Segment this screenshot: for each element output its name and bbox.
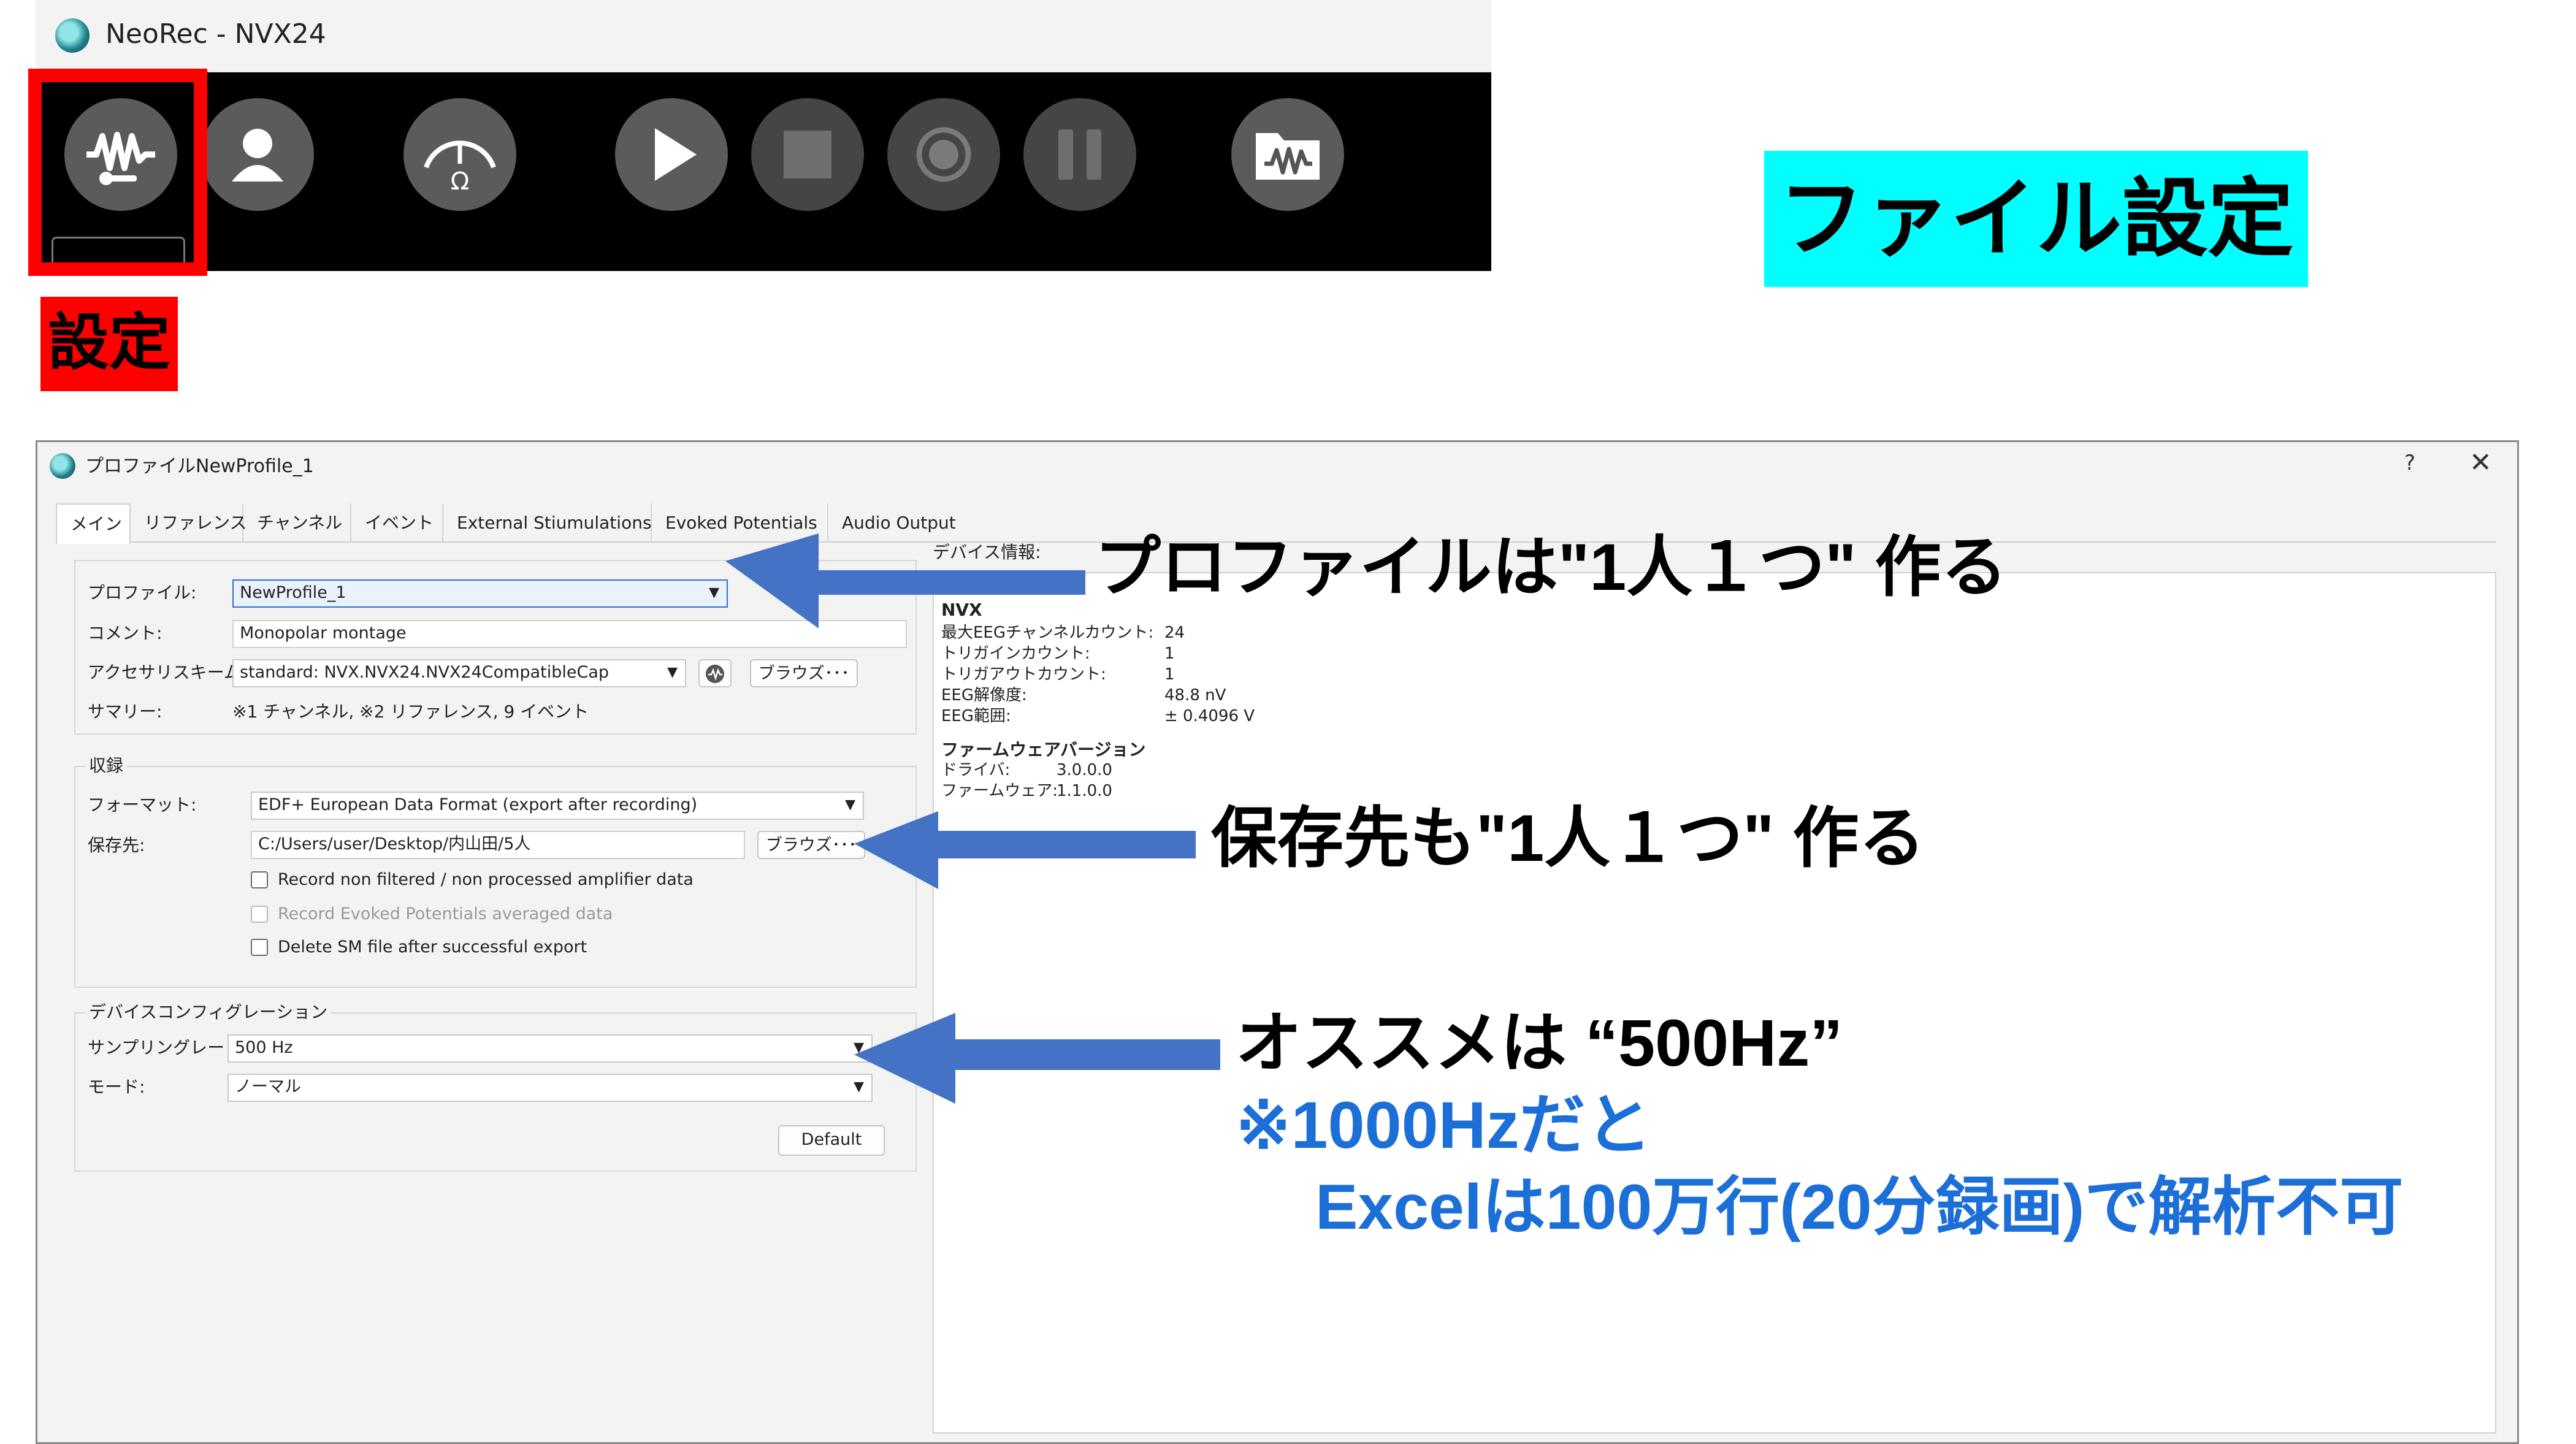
rate-warning-line-2: Excelは100万行(20分録画)で解析不可 xyxy=(1315,1172,2404,1243)
rate-warning-line-1: ※1000Hzだと xyxy=(1236,1088,1652,1162)
save-path-arrow xyxy=(854,811,1196,889)
sampling-rate-note: オススメは “500Hz” xyxy=(1236,1006,1843,1080)
sampling-rate-arrow xyxy=(854,1013,1220,1104)
save-path-note: 保存先も"1人１つ" 作る xyxy=(1211,801,1925,875)
profile-arrow xyxy=(725,533,1085,628)
profile-note: プロファイルは"1人１つ" 作る xyxy=(1095,530,2008,604)
